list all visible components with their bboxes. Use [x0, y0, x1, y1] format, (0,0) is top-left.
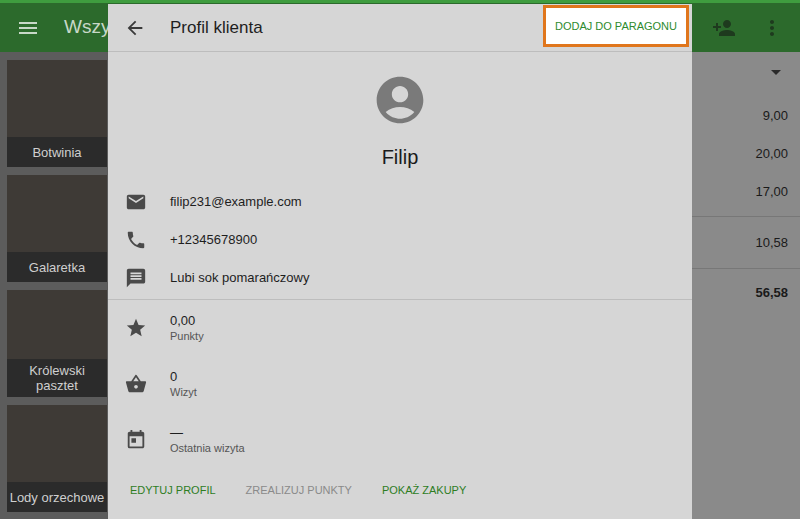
stat-row: 0Wizyt — [108, 356, 692, 412]
calendar-icon — [125, 429, 147, 451]
contact-row: filip231@example.com — [108, 183, 692, 221]
contact-list: filip231@example.com+12345678900Lubi sok… — [108, 183, 692, 297]
product-tile[interactable]: Botwinia — [7, 60, 107, 167]
product-tile[interactable]: Galaretka — [7, 175, 107, 282]
action-button[interactable]: POKAŻ ZAKUPY — [382, 482, 466, 499]
phone-icon — [125, 229, 147, 251]
note-icon — [125, 267, 147, 289]
more-icon[interactable] — [760, 16, 784, 40]
avatar-icon — [372, 72, 428, 128]
stats-list: 0,00Punkty0Wizyt—Ostatnia wizyta — [108, 300, 692, 468]
customer-name: Filip — [382, 142, 419, 172]
product-grid: BotwiniaGalaretkaKrólewski pasztetLody o… — [0, 52, 108, 519]
back-arrow-icon[interactable] — [124, 17, 146, 39]
add-customer-icon[interactable] — [712, 16, 736, 40]
menu-icon[interactable] — [16, 16, 40, 40]
contact-row: Lubi sok pomarańczowy — [108, 259, 692, 297]
star-icon — [125, 317, 147, 339]
dialog-title: Profil klienta — [170, 15, 263, 41]
screen: WszysBotwiniaGalaretkaKrólewski pasztetL… — [0, 0, 800, 519]
stat-row: 0,00Punkty — [108, 300, 692, 356]
dropdown-icon[interactable] — [764, 60, 788, 84]
dialog-actions: EDYTUJ PROFIL ZREALIZUJ PUNKTY POKAŻ ZAKUP… — [108, 476, 692, 504]
add-to-receipt-button[interactable]: DODAJ DO PARAGONU — [543, 5, 689, 47]
basket-icon — [125, 373, 147, 395]
email-icon — [125, 191, 147, 213]
customer-profile-dialog: Profil klienta DODAJ DO PARAGONU Filip fili… — [108, 4, 692, 519]
action-button[interactable]: EDYTUJ PROFIL — [130, 482, 216, 499]
contact-row: +12345678900 — [108, 221, 692, 259]
action-button: ZREALIZUJ PUNKTY — [246, 482, 352, 499]
stat-row: —Ostatnia wizyta — [108, 412, 692, 468]
product-tile[interactable]: Królewski pasztet — [7, 290, 107, 397]
dialog-header: Profil klienta DODAJ DO PARAGONU — [108, 4, 692, 52]
product-tile[interactable]: Lody orzechowe — [7, 405, 107, 512]
